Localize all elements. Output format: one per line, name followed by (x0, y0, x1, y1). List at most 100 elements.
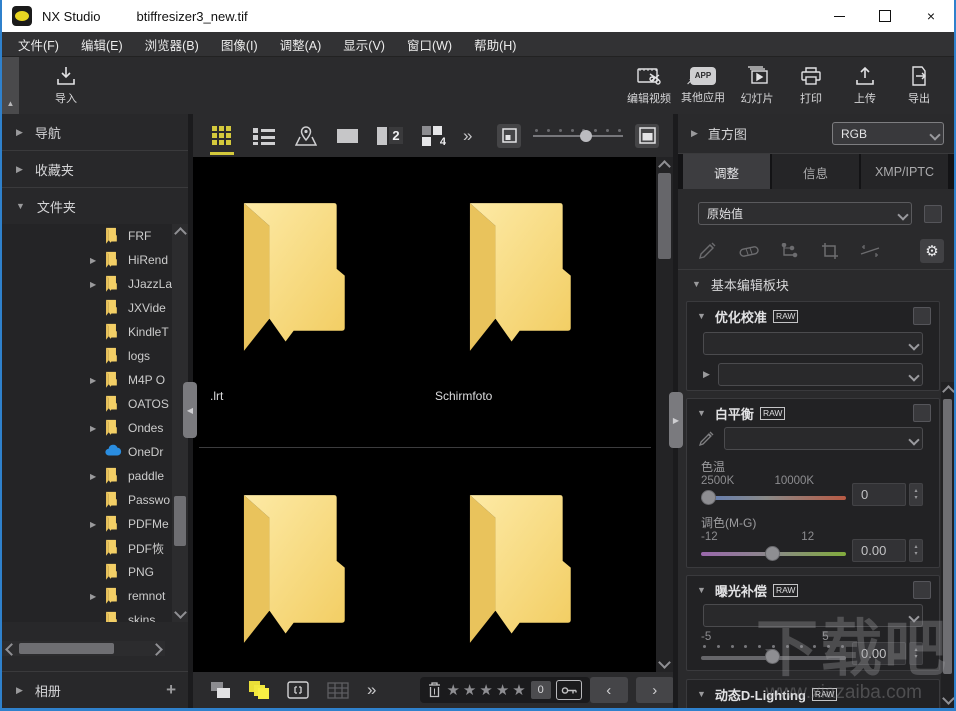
menu-item[interactable]: 浏览器(B) (145, 35, 199, 54)
preset-checkbox[interactable] (924, 205, 942, 223)
folder-tree-item[interactable]: OATOS (2, 392, 188, 416)
tab-adjust[interactable]: 调整 (683, 154, 770, 190)
folder-tree-item[interactable]: PDF恢 (2, 536, 188, 560)
scroll-right-button[interactable] (150, 641, 165, 656)
menu-item[interactable]: 文件(F) (18, 35, 59, 54)
scroll-left-button[interactable] (2, 641, 17, 656)
folder-thumbnail[interactable] (451, 195, 591, 363)
menu-item[interactable]: 窗口(W) (407, 35, 452, 54)
menu-item[interactable]: 调整(A) (280, 35, 322, 54)
expand-icon[interactable]: ▶ (90, 280, 100, 289)
temp-slider-thumb[interactable] (701, 490, 716, 505)
exposure-slider[interactable] (701, 645, 846, 665)
wb-dropper-icon[interactable] (699, 431, 716, 447)
sidebar-section-navigation[interactable]: ▶ 导航 (2, 114, 188, 151)
folder-tree-item[interactable]: ▶M4P O (2, 368, 188, 392)
list-view-button[interactable] (251, 123, 277, 149)
folder-tree-item[interactable]: ▶HiRend (2, 248, 188, 272)
folder-tree-item[interactable]: FRF (2, 224, 188, 248)
expand-icon[interactable]: ▶ (90, 256, 100, 265)
toolbar-collapse-strip[interactable]: ▲ (2, 57, 19, 114)
previous-button[interactable]: ‹ (590, 677, 628, 703)
table-mode-button[interactable] (327, 682, 349, 699)
menu-item[interactable]: 图像(I) (221, 35, 258, 54)
scroll-down-icon[interactable] (174, 606, 187, 619)
expand-icon[interactable]: ▶ (90, 376, 100, 385)
more-views-button[interactable]: » (463, 126, 470, 146)
menu-item[interactable]: 编辑(E) (81, 35, 123, 54)
folder-tree-item[interactable]: PNG (2, 560, 188, 584)
next-button[interactable]: › (636, 677, 674, 703)
scrollbar-thumb[interactable] (658, 173, 671, 259)
expand-icon[interactable]: ▶ (90, 592, 100, 601)
folder-tree-item[interactable]: OneDr (2, 440, 188, 464)
scrollbar-thumb[interactable] (174, 496, 186, 546)
basic-edit-section-header[interactable]: ▼ 基本编辑板块 (678, 269, 954, 298)
thumbnail-label[interactable]: .lrt (210, 389, 223, 403)
focus-frame-button[interactable] (287, 681, 309, 699)
trash-icon[interactable] (428, 682, 441, 698)
folder-tree-item[interactable]: ▶Ondes (2, 416, 188, 440)
exposure-header[interactable]: ▼ 曝光补偿 RAW (687, 576, 939, 604)
scrollbar-thumb[interactable] (19, 643, 114, 654)
sidebar-section-albums[interactable]: ▶ 相册 + (2, 671, 188, 708)
scroll-up-icon[interactable] (942, 385, 955, 398)
close-button[interactable]: × (908, 0, 954, 32)
small-thumbnails-button[interactable] (497, 124, 521, 148)
folder-tree-item[interactable]: ▶remnot (2, 584, 188, 608)
star-icon[interactable]: ★ (479, 681, 492, 699)
expand-icon[interactable]: ▶ (90, 472, 100, 481)
exposure-value-input[interactable]: 0.00 (852, 642, 906, 665)
sidebar-horizontal-scrollbar[interactable] (2, 641, 165, 656)
star-rating[interactable]: ★★★★★ (446, 681, 525, 699)
adjust-tree-icon[interactable] (780, 243, 800, 259)
histogram-channel-select[interactable]: RGB (832, 122, 944, 145)
exposure-checkbox[interactable] (913, 581, 931, 599)
exposure-slider-thumb[interactable] (765, 649, 780, 664)
sample-dropper-icon[interactable] (698, 242, 718, 260)
expand-icon[interactable]: ▶ (90, 520, 100, 529)
folder-tree-item[interactable]: skins (2, 608, 188, 622)
scroll-up-icon[interactable] (174, 227, 187, 240)
tint-slider-thumb[interactable] (765, 546, 780, 561)
maximize-button[interactable] (862, 0, 908, 32)
protect-key-button[interactable] (556, 680, 582, 700)
temp-spinner[interactable]: ▴▾ (909, 483, 923, 506)
large-thumbnails-button[interactable] (635, 124, 659, 148)
temp-slider[interactable] (701, 490, 846, 506)
upload-button[interactable]: 上传 (838, 57, 892, 114)
export-button[interactable]: 导出 (892, 57, 946, 114)
grid-view-button[interactable] (209, 123, 235, 149)
folder-thumbnail[interactable] (451, 487, 591, 655)
single-view-button[interactable] (335, 123, 361, 149)
star-icon[interactable]: ★ (496, 681, 509, 699)
thumbnail-size-slider[interactable] (533, 126, 623, 146)
thumbnail-label[interactable]: Schirmfoto (435, 389, 492, 403)
white-balance-select[interactable] (724, 427, 923, 450)
tab-info[interactable]: 信息 (772, 154, 859, 190)
sidebar-section-favorites[interactable]: ▶ 收藏夹 (2, 151, 188, 188)
preset-select[interactable]: 原始值 (698, 202, 912, 225)
folder-tree-item[interactable]: ▶paddle (2, 464, 188, 488)
sidebar-collapse-handle[interactable]: ◀ (183, 382, 197, 438)
temp-value-input[interactable]: 0 (852, 483, 906, 506)
tab-xmp-iptc[interactable]: XMP/IPTC (861, 154, 948, 190)
exposure-spinner[interactable]: ▴▾ (909, 642, 923, 665)
grid-4-view-button[interactable]: 4 (419, 123, 445, 149)
inspector-scrollbar[interactable] (941, 382, 954, 708)
picture-control-sub-select[interactable] (718, 363, 923, 386)
other-apps-button[interactable]: APP↗ 其他应用 (676, 57, 730, 114)
print-button[interactable]: 打印 (784, 57, 838, 114)
menu-item[interactable]: 显示(V) (343, 35, 385, 54)
group-mode-button[interactable] (249, 681, 269, 699)
folder-tree-item[interactable]: KindleT (2, 320, 188, 344)
stack-mode-button[interactable] (211, 682, 231, 699)
retouch-brush-icon[interactable] (739, 244, 759, 258)
white-balance-checkbox[interactable] (913, 404, 931, 422)
folder-tree-item[interactable]: ▶PDFMe (2, 512, 188, 536)
folder-thumbnail[interactable] (225, 487, 365, 655)
d-lighting-header[interactable]: ▼ 动态D-Lighting RAW (687, 680, 939, 708)
menu-item[interactable]: 帮助(H) (474, 35, 516, 54)
tint-slider[interactable] (701, 546, 846, 562)
star-icon[interactable]: ★ (446, 681, 459, 699)
